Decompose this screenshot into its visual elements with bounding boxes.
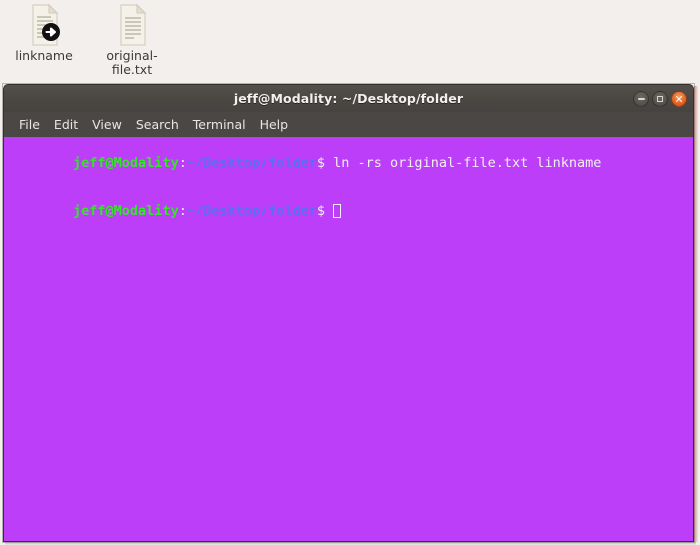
terminal-command: ln -rs original-file.txt linkname	[325, 155, 602, 171]
prompt-separator: :	[178, 155, 187, 171]
terminal-line: jeff@Modality:~/Desktop/folder$	[8, 187, 693, 235]
terminal-cursor	[333, 204, 342, 218]
desktop-icon-label: original-file.txt	[106, 48, 158, 77]
maximize-button[interactable]	[652, 91, 668, 107]
prompt-user-host: jeff@Modality	[73, 203, 179, 219]
maximize-icon	[657, 96, 663, 102]
prompt-path: ~/Desktop/folder	[186, 155, 317, 171]
window-shadow-right	[694, 86, 698, 542]
window-title: jeff@Modality: ~/Desktop/folder	[233, 91, 464, 106]
titlebar[interactable]: jeff@Modality: ~/Desktop/folder ✕	[3, 84, 694, 112]
desktop-icon-original-file[interactable]: original-file.txt	[88, 0, 176, 77]
menu-item-terminal[interactable]: Terminal	[186, 115, 253, 134]
close-button[interactable]: ✕	[671, 91, 687, 107]
prompt-path: ~/Desktop/folder	[186, 203, 317, 219]
window-controls: ✕	[633, 85, 687, 113]
menu-item-help[interactable]: Help	[253, 115, 296, 134]
menu-item-file[interactable]: File	[12, 115, 47, 134]
prompt-separator: :	[178, 203, 187, 219]
prompt-sigil: $	[316, 203, 326, 219]
minimize-icon	[637, 98, 645, 100]
desktop-icon-container: linkname original-file.txt	[0, 0, 176, 77]
desktop-icon-linkname[interactable]: linkname	[0, 0, 88, 63]
terminal-line: jeff@Modality:~/Desktop/folder$ ln -rs o…	[8, 139, 693, 187]
text-document-icon	[108, 3, 156, 47]
menubar: File Edit View Search Terminal Help	[3, 112, 694, 137]
menu-item-search[interactable]: Search	[129, 115, 186, 134]
terminal-window[interactable]: jeff@Modality: ~/Desktop/folder ✕ File E…	[3, 84, 698, 545]
menu-item-view[interactable]: View	[85, 115, 129, 134]
document-symlink-icon	[20, 3, 68, 47]
terminal-output-area[interactable]: jeff@Modality:~/Desktop/folder$ ln -rs o…	[3, 137, 694, 542]
minimize-button[interactable]	[633, 91, 649, 107]
desktop: linkname original-file.txt jeff@Modality…	[0, 0, 700, 545]
prompt-sigil: $	[316, 155, 326, 171]
close-icon: ✕	[674, 92, 684, 106]
menu-item-edit[interactable]: Edit	[47, 115, 85, 134]
desktop-icon-label: linkname	[15, 48, 73, 63]
terminal-command	[325, 203, 333, 219]
prompt-user-host: jeff@Modality	[73, 155, 179, 171]
